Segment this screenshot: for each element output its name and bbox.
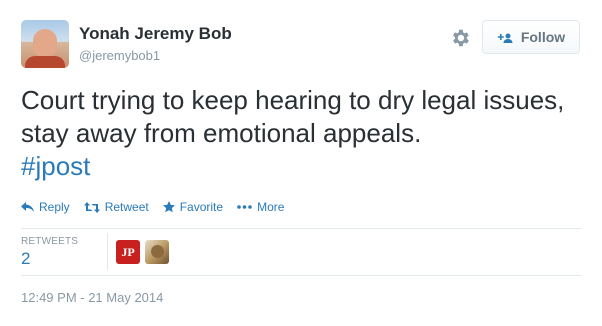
more-dots-icon [237, 205, 252, 209]
reply-label: Reply [39, 200, 70, 214]
retweets-label: RETWEETS [21, 236, 79, 247]
author-avatar[interactable] [21, 20, 69, 68]
follow-label: Follow [520, 29, 566, 45]
stats-separator [107, 233, 108, 270]
hashtag-link[interactable]: #jpost [21, 151, 90, 181]
retweeter-dog-avatar[interactable] [145, 240, 169, 264]
retweets-count[interactable]: 2 [21, 249, 99, 269]
avatar-face [33, 29, 57, 57]
favorite-label: Favorite [179, 200, 224, 214]
reply-icon [21, 201, 34, 212]
more-label: More [257, 200, 285, 214]
favorite-action[interactable]: Favorite [162, 200, 224, 214]
tweet-body: Court trying to keep hearing to dry lega… [21, 85, 565, 148]
gear-icon[interactable] [449, 27, 471, 49]
reply-action[interactable]: Reply [21, 200, 70, 214]
follow-user-plus-icon [497, 31, 515, 43]
dog-head-shape [151, 245, 164, 258]
avatar-shirt [25, 56, 65, 68]
retweeter-jpost-avatar[interactable]: JP [116, 240, 140, 264]
tweet-actions: Reply Retweet Favorite More [21, 200, 298, 214]
author-handle[interactable]: @jeremybob1 [79, 48, 160, 63]
retweet-label: Retweet [104, 200, 149, 214]
tweet-timestamp[interactable]: 12:49 PM - 21 May 2014 [21, 290, 163, 305]
tweet-text: Court trying to keep hearing to dry lega… [21, 84, 581, 183]
follow-button[interactable]: Follow [482, 20, 580, 54]
author-name[interactable]: Yonah Jeremy Bob [79, 24, 232, 44]
retweet-action[interactable]: Retweet [83, 200, 149, 214]
tweet-card: Yonah Jeremy Bob @jeremybob1 Follow Cour… [0, 0, 602, 326]
more-action[interactable]: More [237, 200, 284, 214]
stats-divider-bottom [21, 275, 581, 276]
jpost-logo-glyph: JP [121, 244, 135, 259]
retweet-icon [83, 201, 100, 213]
retweets-stat[interactable]: RETWEETS 2 [21, 236, 99, 269]
star-icon [162, 201, 175, 213]
stats-divider-top [21, 228, 581, 229]
